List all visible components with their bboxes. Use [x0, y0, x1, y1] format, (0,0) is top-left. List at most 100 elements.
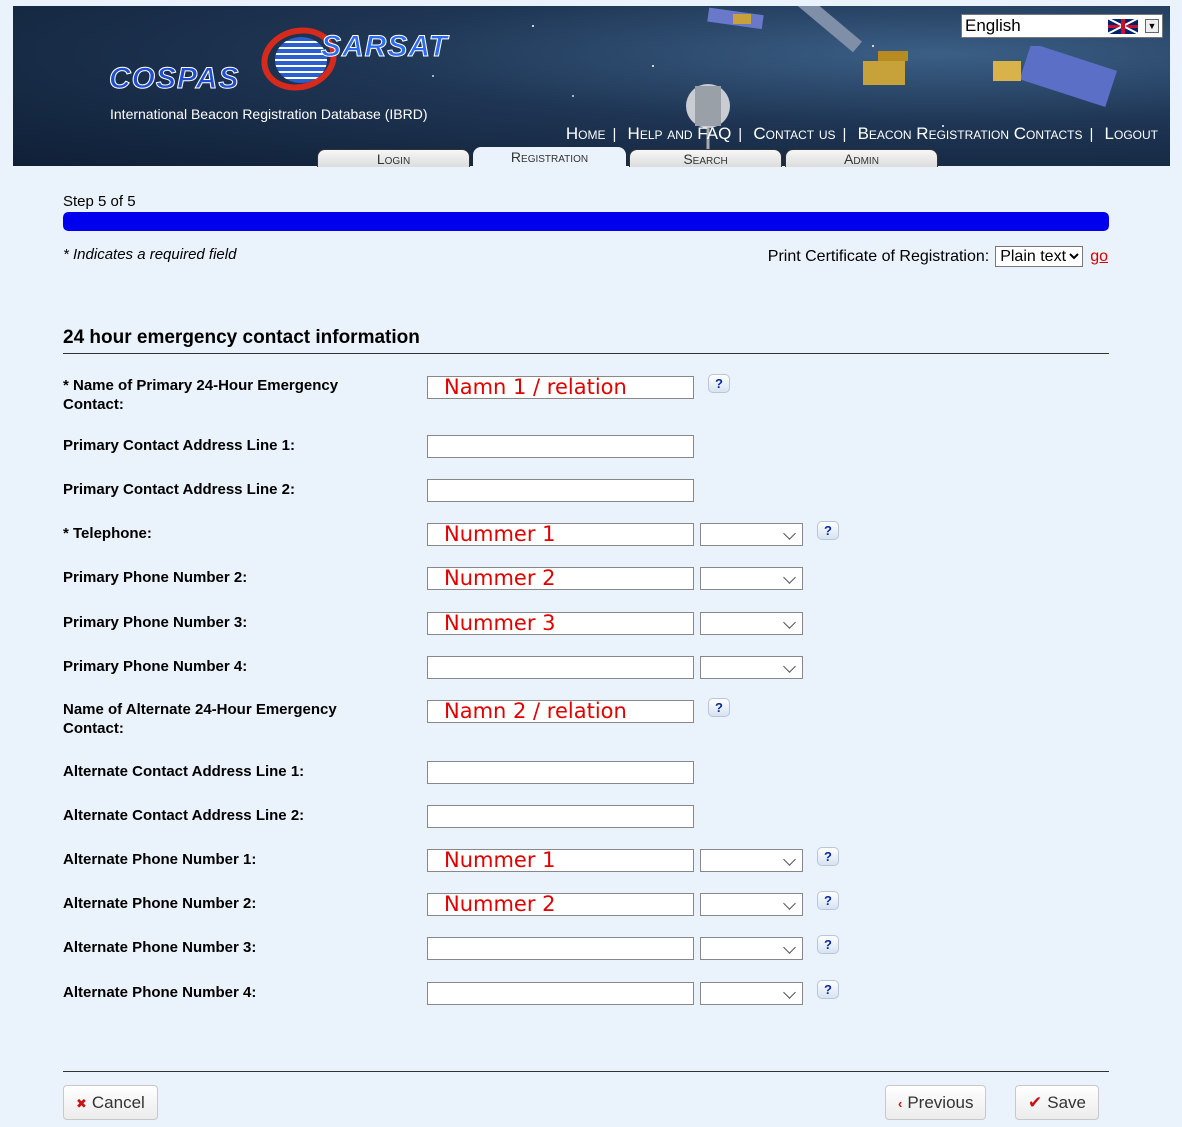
- text-input[interactable]: [427, 656, 694, 679]
- phone-type-select[interactable]: [700, 567, 803, 590]
- previous-label: Previous: [907, 1093, 974, 1112]
- field-label-text: Primary Contact Address Line 1:: [63, 437, 296, 454]
- field-label-text: Alternate Contact Address Line 1:: [63, 763, 305, 780]
- previous-button[interactable]: ‹ Previous: [885, 1085, 987, 1120]
- tab-admin[interactable]: Admin: [785, 149, 938, 167]
- satellite-icon: [686, 84, 730, 154]
- field-label-text: * Name of Primary 24-Hour Emergency: [63, 377, 339, 394]
- x-icon: ✖: [76, 1096, 87, 1111]
- help-question-icon[interactable]: ?: [817, 891, 839, 910]
- field-label: Primary Phone Number 4:: [63, 657, 423, 676]
- chevron-left-icon: ‹: [898, 1096, 903, 1111]
- field-label-text: Primary Phone Number 4:: [63, 658, 248, 675]
- text-input[interactable]: Namn 1 / relation: [427, 376, 694, 399]
- language-select[interactable]: English ▼: [961, 14, 1163, 38]
- dropdown-arrow-icon: ▼: [1145, 19, 1159, 33]
- nav-logout[interactable]: Logout: [1105, 124, 1158, 143]
- tab-login[interactable]: Login: [317, 149, 470, 167]
- text-input[interactable]: Nummer 2: [427, 893, 694, 916]
- field-label-text: Alternate Phone Number 3:: [63, 939, 257, 956]
- satellite-icon: [707, 7, 764, 30]
- field-label-text: Contact:: [63, 720, 124, 737]
- cancel-button[interactable]: ✖ Cancel: [63, 1085, 158, 1120]
- satellite-icon: [993, 46, 1117, 108]
- phone-type-select[interactable]: [700, 982, 803, 1005]
- text-input[interactable]: Nummer 3: [427, 612, 694, 635]
- field-label: Primary Phone Number 3:: [63, 613, 423, 632]
- text-input[interactable]: Nummer 2: [427, 567, 694, 590]
- print-format-select[interactable]: Plain text: [995, 246, 1084, 267]
- logo-sarsat: SARSAT: [320, 30, 449, 64]
- help-question-icon[interactable]: ?: [817, 980, 839, 999]
- nav-help-faq[interactable]: Help and FAQ: [628, 124, 732, 143]
- section-title: 24 hour emergency contact information: [63, 327, 1109, 354]
- field-label-text: Alternate Phone Number 2:: [63, 895, 257, 912]
- text-input[interactable]: [427, 937, 694, 960]
- text-input[interactable]: [427, 435, 694, 458]
- text-input[interactable]: Nummer 1: [427, 849, 694, 872]
- cancel-label: Cancel: [91, 1093, 145, 1112]
- phone-type-select[interactable]: [700, 656, 803, 679]
- text-input[interactable]: [427, 982, 694, 1005]
- nav-beacon-registration-contacts[interactable]: Beacon Registration Contacts: [858, 124, 1083, 143]
- field-label-text: Alternate Phone Number 1:: [63, 851, 257, 868]
- text-input[interactable]: [427, 761, 694, 784]
- top-navigation: Home | Help and FAQ | Contact us | Beacon R…: [565, 124, 1158, 143]
- field-label-text: * Telephone:: [63, 525, 152, 542]
- checkmark-icon: ✔: [1028, 1093, 1043, 1112]
- text-input[interactable]: [427, 805, 694, 828]
- field-label-text: Name of Alternate 24-Hour Emergency: [63, 701, 337, 718]
- help-question-icon[interactable]: ?: [708, 698, 730, 717]
- nav-home[interactable]: Home: [566, 124, 606, 143]
- field-label: * Name of Primary 24-Hour Emergency Conta…: [63, 376, 423, 414]
- help-question-icon[interactable]: ?: [817, 935, 839, 954]
- print-go-link[interactable]: go: [1090, 248, 1108, 266]
- progress-bar: [63, 212, 1109, 231]
- help-question-icon[interactable]: ?: [817, 521, 839, 540]
- satellite-icon: [791, 6, 908, 85]
- save-label: Save: [1047, 1093, 1086, 1112]
- field-label: Alternate Phone Number 2:: [63, 894, 423, 913]
- tab-registration[interactable]: Registration: [473, 147, 626, 167]
- field-label: * Telephone:: [63, 524, 423, 543]
- phone-type-select[interactable]: [700, 937, 803, 960]
- text-input[interactable]: [427, 479, 694, 502]
- field-label-text: Primary Phone Number 2:: [63, 569, 248, 586]
- step-indicator: Step 5 of 5: [63, 193, 136, 210]
- field-label-text: Alternate Contact Address Line 2:: [63, 807, 305, 824]
- field-label: Alternate Phone Number 3:: [63, 938, 423, 957]
- field-label: Name of Alternate 24-Hour Emergency Conta…: [63, 700, 423, 738]
- field-label: Alternate Contact Address Line 2:: [63, 806, 423, 825]
- divider: [63, 1071, 1109, 1072]
- field-label: Primary Contact Address Line 2:: [63, 480, 423, 499]
- field-label-text: Contact:: [63, 396, 124, 413]
- help-question-icon[interactable]: ?: [708, 374, 730, 393]
- phone-type-select[interactable]: [700, 893, 803, 916]
- print-certificate: Print Certificate of Registration: Plain…: [768, 246, 1108, 267]
- field-label: Alternate Contact Address Line 1:: [63, 762, 423, 781]
- field-label: Alternate Phone Number 4:: [63, 983, 423, 1002]
- nav-contact-us[interactable]: Contact us: [753, 124, 835, 143]
- field-label: Primary Contact Address Line 1:: [63, 436, 423, 455]
- required-field-note: * Indicates a required field: [63, 246, 237, 263]
- site-subtitle: International Beacon Registration Databa…: [110, 106, 428, 122]
- help-question-icon[interactable]: ?: [817, 847, 839, 866]
- language-value: English: [965, 16, 1021, 35]
- logo-globe-icon: [275, 37, 327, 83]
- field-label: Primary Phone Number 2:: [63, 568, 423, 587]
- tab-search[interactable]: Search: [629, 149, 782, 167]
- phone-type-select[interactable]: [700, 523, 803, 546]
- phone-type-select[interactable]: [700, 849, 803, 872]
- uk-flag-icon: [1108, 19, 1138, 34]
- field-label-text: Primary Phone Number 3:: [63, 614, 248, 631]
- field-label-text: Alternate Phone Number 4:: [63, 984, 257, 1001]
- logo-cospas: COSPAS: [108, 62, 240, 96]
- progress-fill: [63, 212, 1109, 231]
- phone-type-select[interactable]: [700, 612, 803, 635]
- text-input[interactable]: Nummer 1: [427, 523, 694, 546]
- save-button[interactable]: ✔ Save: [1015, 1085, 1099, 1120]
- header-banner: SARSAT COSPAS International Beacon Regis…: [13, 6, 1170, 166]
- field-label: Alternate Phone Number 1:: [63, 850, 423, 869]
- text-input[interactable]: Namn 2 / relation: [427, 700, 694, 723]
- print-certificate-label: Print Certificate of Registration:: [767, 247, 990, 265]
